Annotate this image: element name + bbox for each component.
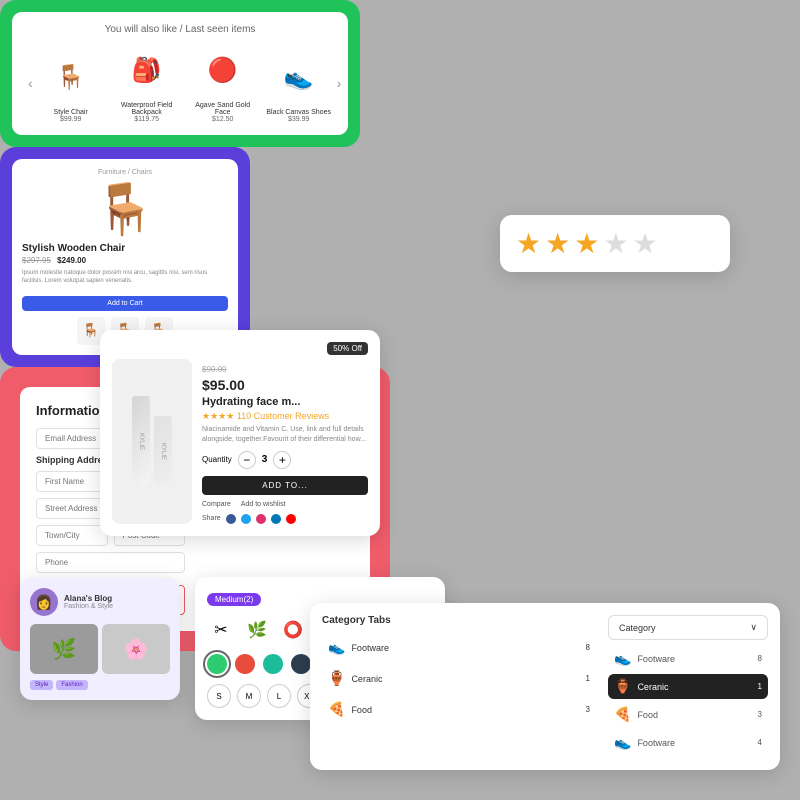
hydrating-old-price: $90.00	[202, 365, 226, 374]
hydrating-add-to-cart[interactable]: ADD TO...	[202, 476, 368, 495]
product-image: 🪑	[22, 180, 228, 239]
category-tabs-title: Category Tabs	[322, 615, 596, 626]
color-dot-3[interactable]	[291, 654, 311, 674]
size-button-l[interactable]: L	[267, 684, 291, 708]
hydrating-product-card: 50% Off KYLIE KYLIE $90.00 $95.00 Hydrat…	[100, 330, 380, 536]
star-1[interactable]: ★	[516, 227, 541, 260]
category-tabs-section: Category Tabs 👟Footware8 🏺Ceranic1 🍕Food3	[322, 615, 596, 758]
category-tab-item[interactable]: 🍕Food3	[322, 696, 596, 723]
carousel-title: You will also like / Last seen items	[24, 24, 336, 35]
chevron-down-icon: ∨	[750, 622, 757, 633]
category-dropdown-label: Category	[619, 623, 656, 633]
carousel-item[interactable]: 🎒Waterproof Field Backpack$119.75	[113, 43, 181, 123]
share-youtube[interactable]	[286, 514, 296, 524]
hydrating-name: Hydrating face m...	[202, 396, 368, 408]
category-tab-item[interactable]: 👟Footware8	[322, 634, 596, 661]
star-5[interactable]: ★	[632, 227, 657, 260]
compare-link[interactable]: Compare	[202, 501, 231, 508]
hydrating-new-price: $95.00	[202, 377, 368, 393]
category-dropdown-section: Category ∨ 👟Footware8 🏺Ceranic1 🍕Food3 👟Foo…	[608, 615, 768, 758]
size-icon-leaf: 🌿	[243, 616, 271, 644]
hydrating-rating: ★★★★ 110 Customer Reviews	[202, 411, 368, 422]
carousel-item[interactable]: 👟Black Canvas Shoes$39.99	[265, 50, 333, 123]
qty-value: 3	[262, 454, 268, 465]
blog-tag-2: Fashion	[56, 680, 87, 690]
category-card: Category Tabs 👟Footware8🏺Ceranic1🍕Food3 …	[310, 603, 780, 770]
phone-input[interactable]	[36, 552, 185, 573]
town-input[interactable]	[36, 525, 108, 546]
category-dropdown[interactable]: Category ∨	[608, 615, 768, 640]
rating-card: ★ ★ ★ ★ ★	[500, 215, 730, 272]
blog-img-2[interactable]: 🌸	[102, 624, 170, 674]
sale-badge: 50% Off	[327, 342, 368, 355]
share-instagram[interactable]	[256, 514, 266, 524]
qty-decrease[interactable]: −	[238, 451, 256, 469]
size-button-m[interactable]: M	[237, 684, 261, 708]
blog-card: 👩 Alana's Blog Fashion & Style 🌿 🌸 Style…	[20, 578, 180, 700]
blog-avatar: 👩	[30, 588, 58, 616]
color-dot-2[interactable]	[263, 654, 283, 674]
category-dropdown-item[interactable]: 🍕Food3	[608, 702, 768, 727]
share-facebook[interactable]	[226, 514, 236, 524]
carousel-item[interactable]: 🔴Agave Sand Gold Face$12.50	[189, 43, 257, 123]
qty-increase[interactable]: +	[273, 451, 291, 469]
blog-tag-1: Style	[30, 680, 53, 690]
category-dropdown-item[interactable]: 👟Footware4	[608, 730, 768, 755]
share-linkedin[interactable]	[271, 514, 281, 524]
qty-label: Quantity	[202, 455, 232, 464]
hydrating-product-image: KYLIE KYLIE	[112, 359, 192, 524]
star-2[interactable]: ★	[545, 227, 570, 260]
product-desc: Ipsum molestie natoque dolor possim nisi…	[22, 269, 228, 286]
product-name: Stylish Wooden Chair	[22, 243, 228, 254]
color-dot-0[interactable]	[207, 654, 227, 674]
blog-author: Alana's Blog	[64, 594, 113, 603]
star-4[interactable]: ★	[603, 227, 628, 260]
color-dot-1[interactable]	[235, 654, 255, 674]
firstname-input[interactable]	[36, 471, 108, 492]
share-label: Share	[202, 515, 221, 522]
blog-img-1[interactable]: 🌿	[30, 624, 98, 674]
add-to-cart-button[interactable]: Add to Cart	[22, 296, 228, 311]
category-tab-item[interactable]: 🏺Ceranic1	[322, 665, 596, 692]
category-dropdown-item[interactable]: 🏺Ceranic1	[608, 674, 768, 699]
category-dropdown-item[interactable]: 👟Footware8	[608, 646, 768, 671]
wishlist-link[interactable]: Add to wishlist	[241, 501, 286, 508]
size-icon-scissors: ✂	[207, 616, 235, 644]
size-badge: Medium(2)	[207, 593, 261, 606]
carousel-item[interactable]: 🪑Style Chair$99.99	[37, 50, 105, 123]
carousel-card: You will also like / Last seen items ‹ 🪑…	[0, 0, 360, 147]
size-icon-ring: ⭕	[279, 616, 307, 644]
share-twitter[interactable]	[241, 514, 251, 524]
carousel-prev[interactable]: ‹	[24, 75, 37, 91]
product-breadcrumb: Furniture / Chairs	[22, 169, 228, 176]
blog-subtitle: Fashion & Style	[64, 603, 113, 610]
hydrating-desc: Niacinamide and Vitamin C. Use, link and…	[202, 425, 368, 445]
carousel-next[interactable]: ›	[333, 75, 346, 91]
star-3[interactable]: ★	[574, 227, 599, 260]
product-old-price: $297.95	[22, 256, 51, 265]
product-new-price: $249.00	[57, 256, 86, 265]
size-button-s[interactable]: S	[207, 684, 231, 708]
